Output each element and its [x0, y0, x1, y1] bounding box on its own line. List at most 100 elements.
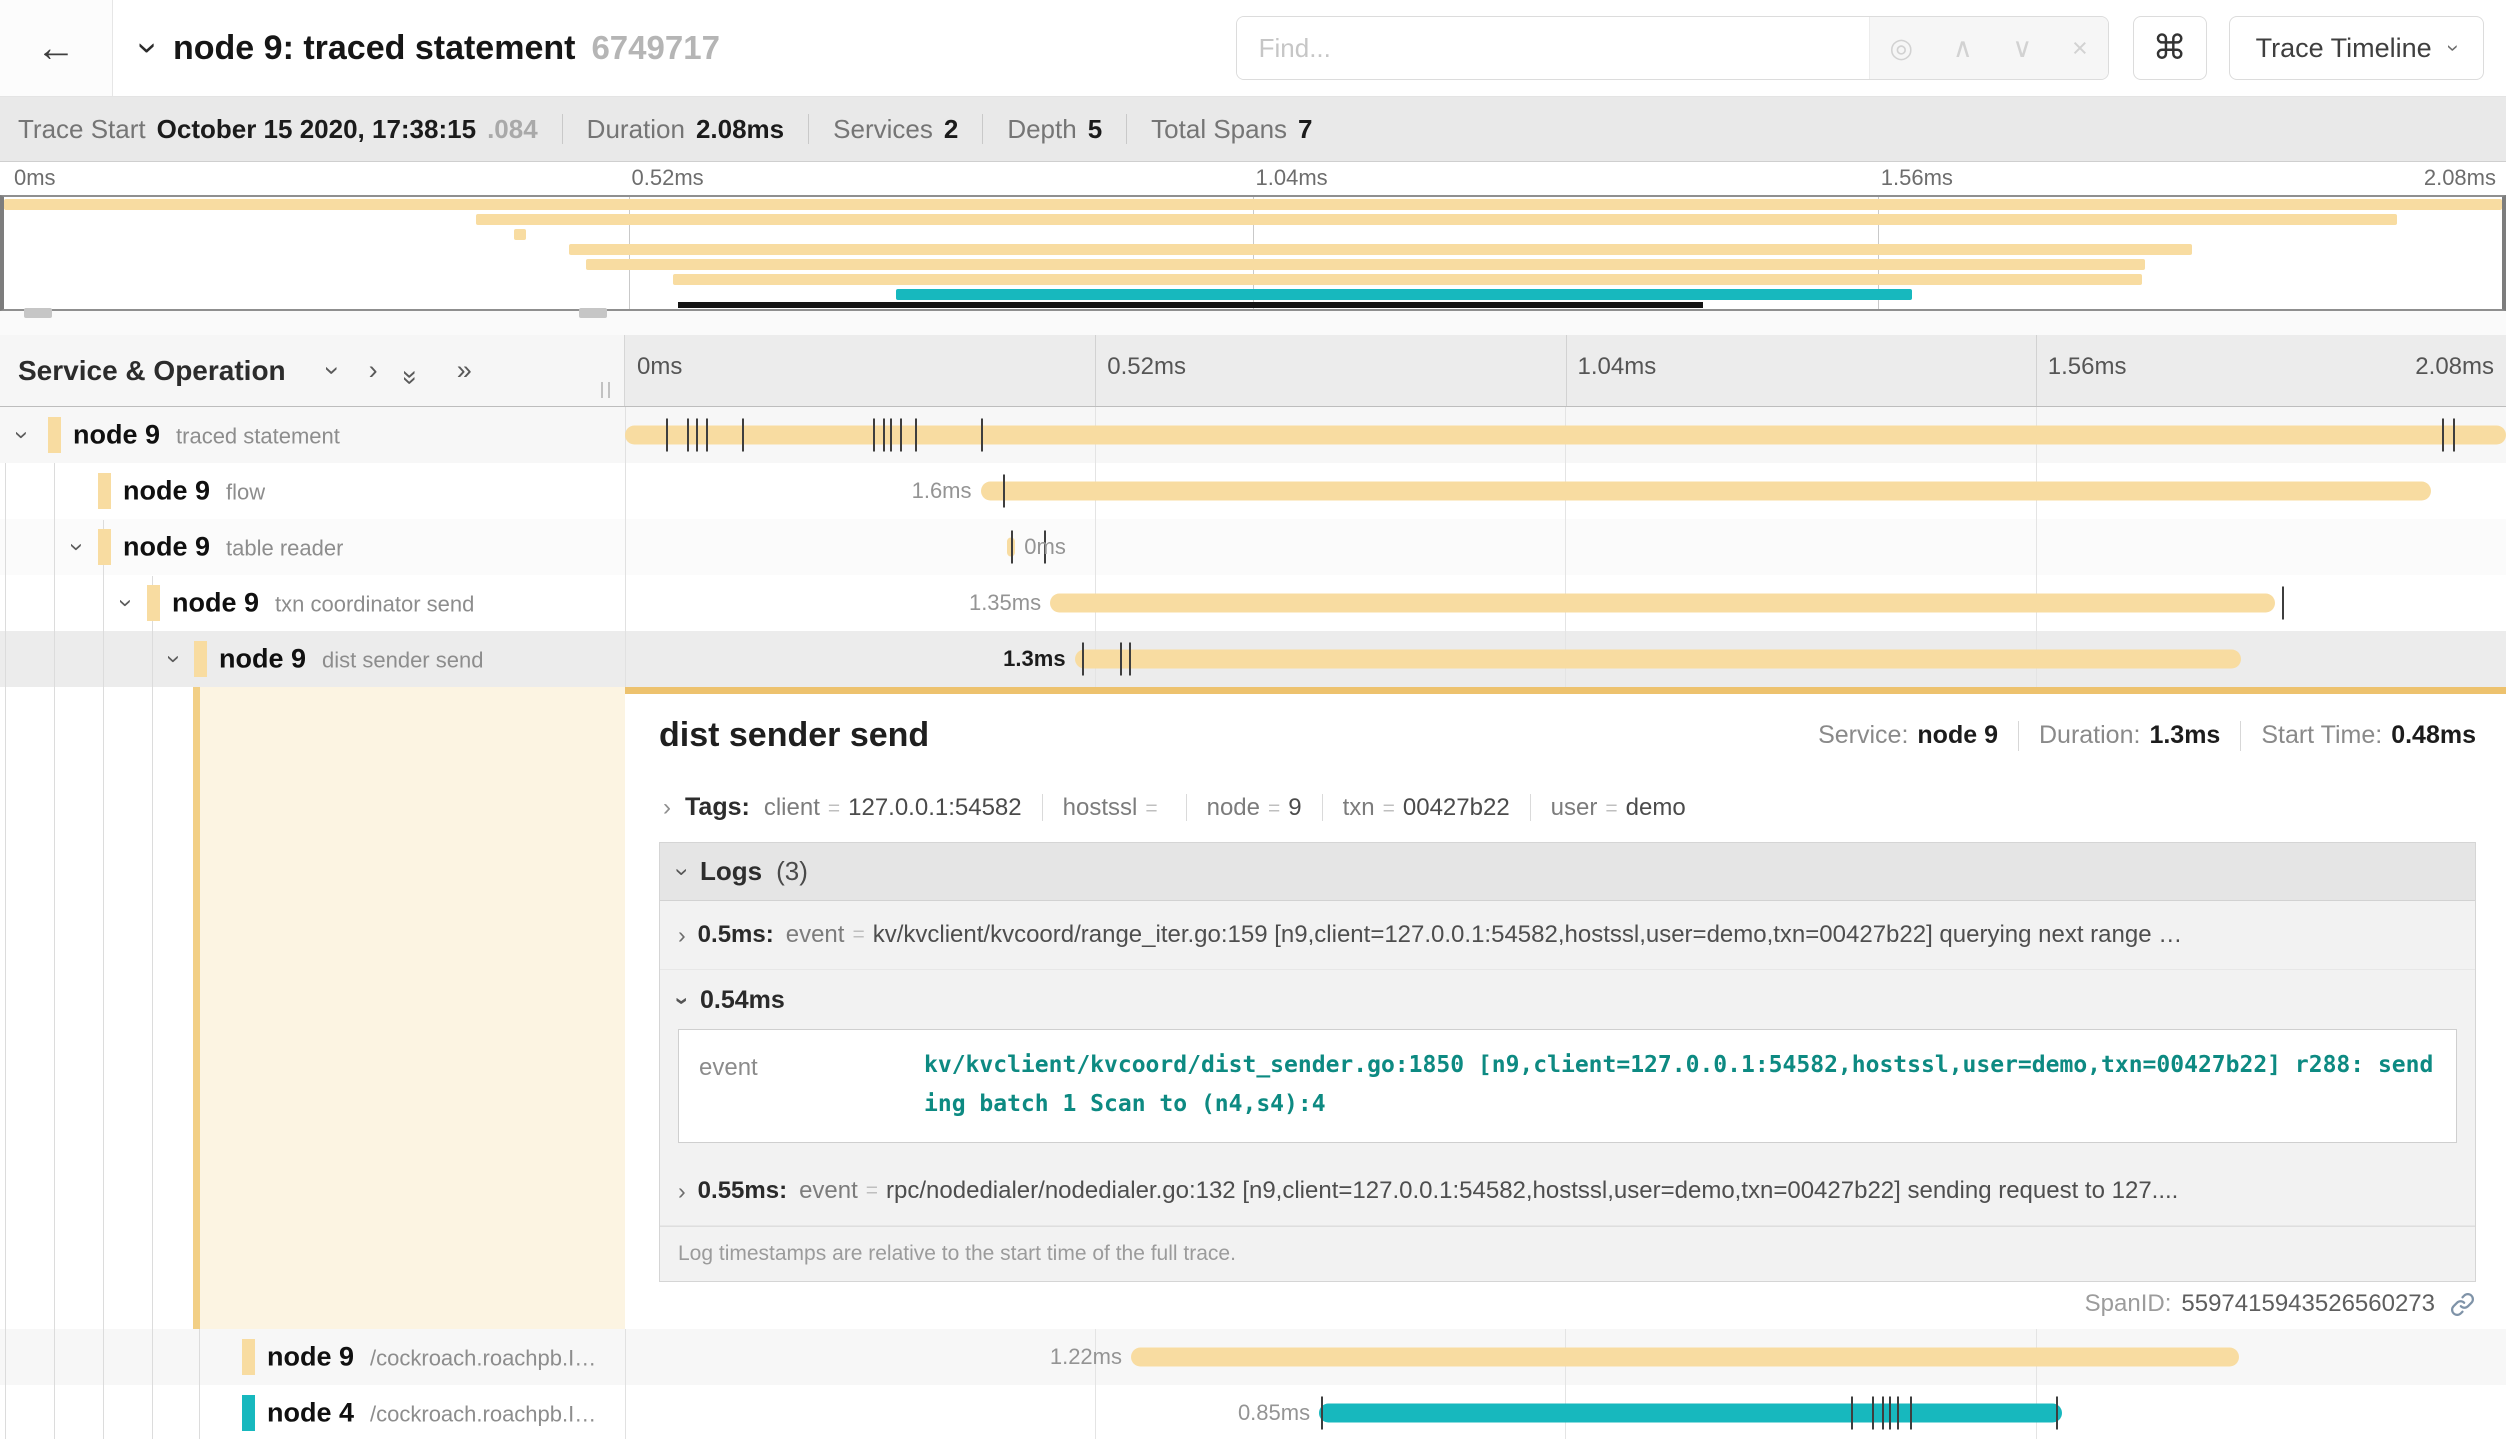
tick-label: 0ms — [14, 165, 56, 191]
trace-minimap[interactable] — [0, 195, 2506, 311]
back-button[interactable]: ← — [0, 0, 113, 96]
tick-label: 1.56ms — [1881, 165, 1953, 191]
log-entry[interactable]: › 0.5ms: event = kv/kvclient/kvcoord/ran… — [660, 901, 2475, 970]
minimap-span-row — [4, 272, 2502, 287]
header-actions: ◎ ∧ ∨ × ⌘ Trace Timeline › — [1236, 16, 2484, 80]
span-detail-title: dist sender send — [659, 716, 929, 755]
span-table-header: Service & Operation › › » » 0ms 0.52ms 1… — [0, 335, 2506, 407]
service-name: node 9 — [123, 476, 210, 506]
ruler-tick-label: 1.56ms — [2048, 353, 2127, 381]
span-row[interactable]: ›node 9dist sender send1.3ms — [0, 631, 2506, 687]
tag-key: node — [1207, 794, 1260, 822]
trace-total-spans: Total Spans 7 — [1151, 114, 1312, 145]
collapse-trace-chevron-icon[interactable]: › — [143, 27, 155, 69]
operation-name: dist sender send — [322, 648, 483, 673]
span-name-cell[interactable]: › node 9 dist sender send — [0, 631, 625, 687]
span-name-cell[interactable]: › node 9traced statement — [0, 407, 625, 463]
column-resizer[interactable] — [601, 382, 610, 398]
log-marker-tick — [2056, 1397, 2058, 1430]
minimap-scrubber-handle[interactable] — [24, 308, 52, 318]
log-field-key: event — [699, 1046, 924, 1124]
locate-icon[interactable]: ◎ — [1890, 35, 1914, 62]
expand-all-icon[interactable]: » — [457, 357, 472, 384]
divider — [562, 114, 563, 144]
span-name: node 9txn coordinator send — [172, 588, 474, 619]
selected-span-backdrop — [200, 687, 625, 1329]
clear-search-icon[interactable]: × — [2072, 35, 2088, 62]
prev-result-icon[interactable]: ∧ — [1953, 35, 1973, 62]
span-name-cell[interactable]: node 4/cockroach.roachpb.I… — [0, 1385, 625, 1439]
service-name: node 9 — [219, 644, 306, 674]
span-row[interactable]: ›node 9table reader0ms — [0, 519, 2506, 575]
chevron-down-icon[interactable]: › — [18, 421, 26, 450]
service-value: node 9 — [1917, 721, 1998, 750]
view-selector-button[interactable]: Trace Timeline › — [2229, 16, 2484, 80]
back-arrow-icon: ← — [36, 26, 76, 71]
equals-sign: = — [1268, 797, 1280, 821]
logs-count: (3) — [776, 856, 808, 887]
keyboard-shortcuts-button[interactable]: ⌘ — [2133, 16, 2207, 80]
logs-header[interactable]: › Logs (3) — [660, 843, 2475, 901]
log-entry-expanded-header[interactable]: › 0.54ms — [660, 970, 2475, 1027]
chevron-down-icon[interactable]: › — [122, 589, 130, 618]
log-marker-tick — [706, 419, 708, 452]
log-field-value: kv/kvclient/kvcoord/range_iter.go:159 [n… — [873, 921, 2183, 949]
collapse-all-icon[interactable]: » — [397, 370, 424, 371]
span-name-cell[interactable]: node 9/cockroach.roachpb.I… — [0, 1329, 625, 1385]
span-color-bar — [98, 473, 111, 509]
log-timestamp: 0.5ms: — [698, 921, 774, 949]
log-entry[interactable]: › 0.55ms: event = rpc/nodedialer/nodedia… — [660, 1157, 2475, 1226]
ruler-tick-label: 2.08ms — [2415, 353, 2494, 381]
divider — [982, 114, 983, 144]
minimap-span-bar — [896, 289, 1913, 300]
span-name: node 9traced statement — [73, 420, 340, 451]
span-duration-bar[interactable] — [1319, 1404, 2062, 1423]
span-row[interactable]: node 4/cockroach.roachpb.I…0.85ms — [0, 1385, 2506, 1439]
tag-item: client=127.0.0.1:54582 — [764, 794, 1022, 822]
span-detail-panel: dist sender send Service: node 9 Duratio… — [625, 687, 2506, 1329]
tick-label: 2.08ms — [2424, 165, 2496, 191]
span-duration-label: 1.6ms — [903, 478, 981, 504]
span-name-cell[interactable]: ›node 9table reader — [0, 519, 625, 575]
collapse-one-icon[interactable]: › — [319, 366, 346, 375]
span-row[interactable]: › node 9traced statement — [0, 407, 2506, 463]
link-icon[interactable] — [2449, 1291, 2476, 1318]
span-row[interactable]: node 9flow 1.6ms — [0, 463, 2506, 519]
chevron-down-icon[interactable]: › — [73, 533, 81, 562]
trace-services: Services 2 — [833, 114, 958, 145]
page-title: node 9: traced statement — [173, 29, 575, 68]
equals-sign: = — [852, 923, 864, 947]
chevron-down-icon[interactable]: › — [170, 645, 178, 674]
find-input[interactable] — [1237, 17, 1869, 79]
log-entry-detail-table: event kv/kvclient/kvcoord/dist_sender.go… — [678, 1029, 2457, 1143]
log-marker-tick — [687, 419, 689, 452]
span-row[interactable]: node 9/cockroach.roachpb.I…1.22ms — [0, 1329, 2506, 1385]
tags-accordion[interactable]: › Tags: client=127.0.0.1:54582hostssl=no… — [659, 773, 2476, 838]
span-duration-bar[interactable] — [1050, 594, 2275, 613]
span-duration-bar[interactable] — [1075, 650, 2241, 669]
minimap-scrubber-handle[interactable] — [579, 308, 607, 318]
span-row[interactable]: ›node 9txn coordinator send1.35ms — [0, 575, 2506, 631]
span-name-cell[interactable]: node 9flow — [0, 463, 625, 519]
trace-id: 6749717 — [591, 29, 719, 67]
span-duration-bar[interactable] — [981, 482, 2431, 501]
timeline-ruler: 0ms 0.52ms 1.04ms 1.56ms 2.08ms — [625, 335, 2506, 406]
operation-name: /cockroach.roachpb.I… — [370, 1346, 596, 1371]
span-duration-bar[interactable] — [625, 426, 2506, 445]
divider — [1126, 114, 1127, 144]
next-result-icon[interactable]: ∨ — [2012, 35, 2032, 62]
expand-one-icon[interactable]: › — [369, 357, 378, 384]
span-duration-bar[interactable] — [1131, 1348, 2239, 1367]
chevron-down-icon: › — [668, 868, 696, 876]
span-name-cell[interactable]: › node 9txn coordinator send — [0, 575, 625, 631]
tag-key: txn — [1343, 794, 1375, 822]
trace-duration: Duration 2.08ms — [587, 114, 784, 145]
log-marker-tick — [2282, 587, 2284, 620]
span-color-bar — [98, 529, 111, 565]
start-time-value: 0.48ms — [2391, 721, 2476, 750]
divider — [1186, 794, 1187, 821]
equals-sign: = — [866, 1179, 878, 1203]
minimap-scroll-indicator[interactable] — [678, 302, 1702, 308]
span-rows-viewport: ›node 9traced statementnode 9flow1.6ms›n… — [0, 407, 2506, 1439]
chevron-right-icon: › — [678, 1178, 686, 1205]
